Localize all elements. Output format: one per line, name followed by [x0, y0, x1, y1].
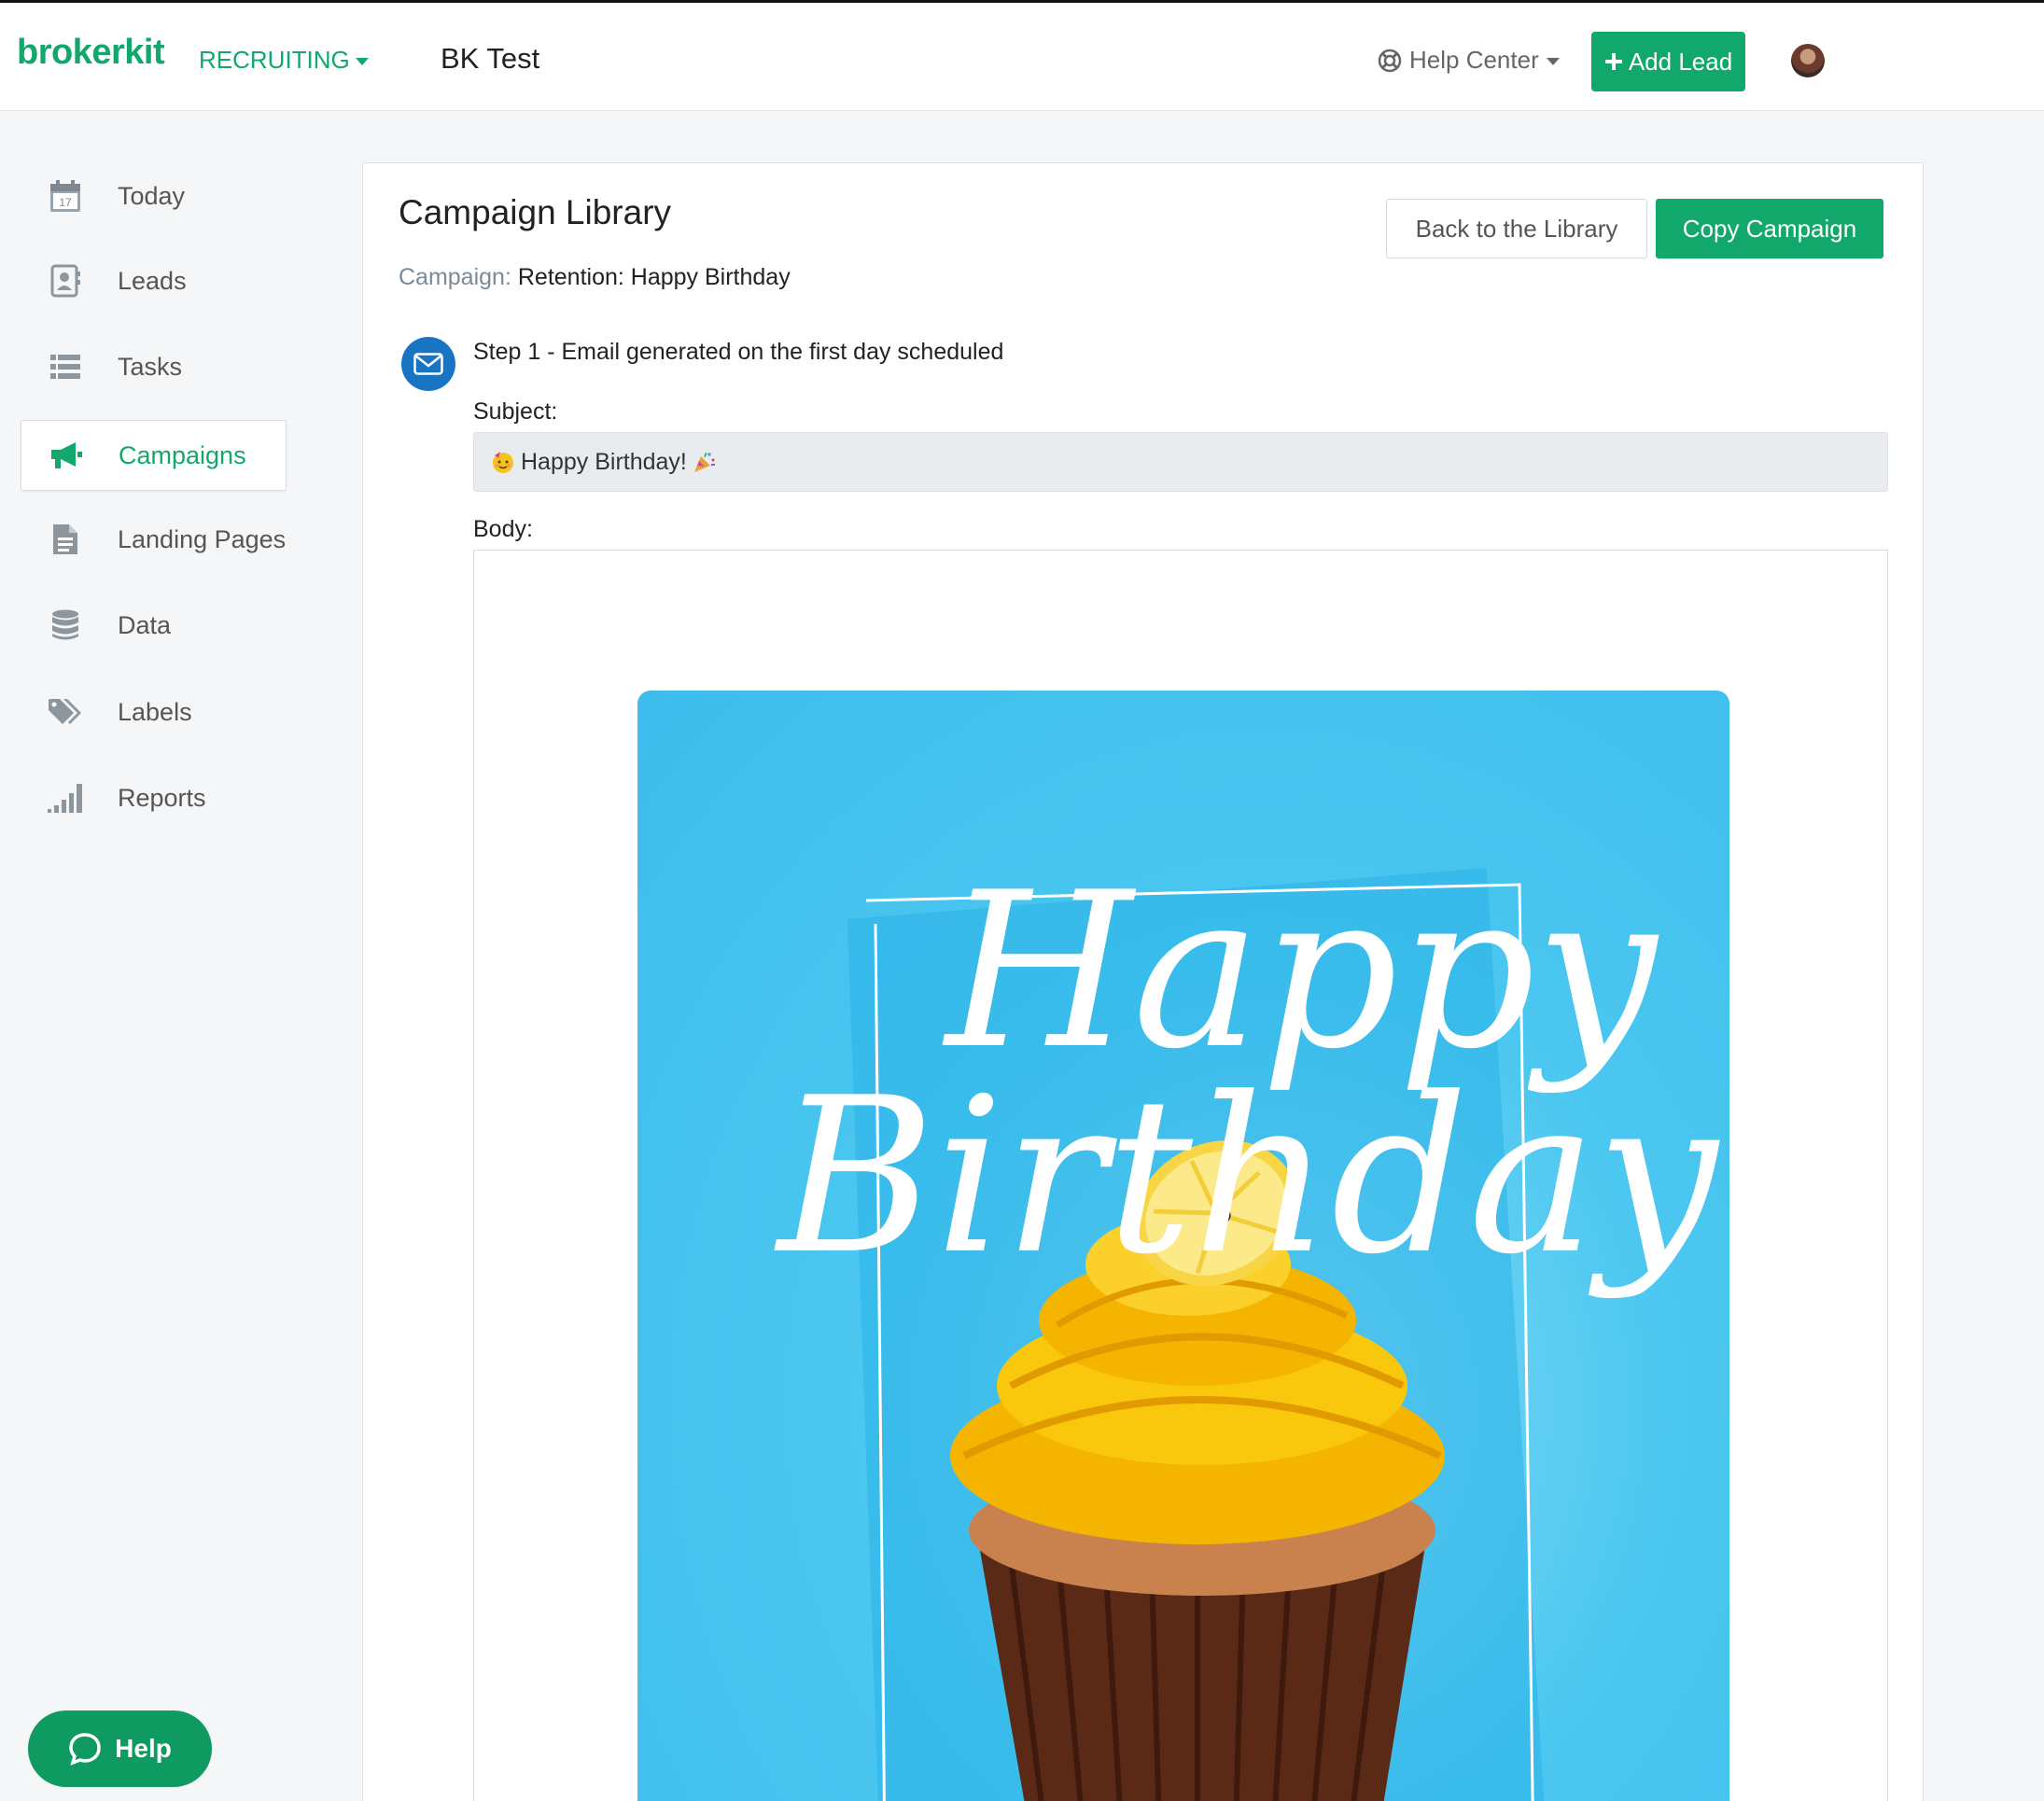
- sidebar-item-today[interactable]: 17 Today: [21, 161, 287, 231]
- plus-icon: [1604, 53, 1622, 70]
- subject-label: Subject:: [473, 398, 558, 425]
- campaign-key: Campaign:: [399, 264, 511, 290]
- party-popper-emoji-icon: [693, 452, 715, 472]
- svg-text:17: 17: [59, 196, 72, 209]
- birthday-card-image: Happy Birthday: [637, 691, 1729, 1801]
- user-avatar[interactable]: [1791, 44, 1825, 77]
- contact-card-icon: [47, 262, 84, 300]
- chevron-down-icon: [1546, 58, 1560, 65]
- sidebar: 17 Today Leads Tasks Campaigns Landing P…: [0, 112, 317, 1801]
- sidebar-item-label: Landing Pages: [118, 524, 287, 553]
- step-label: Step 1 - Email generated on the first da…: [473, 339, 1004, 365]
- sidebar-item-label: Today: [118, 181, 186, 210]
- lifebuoy-icon: [1378, 49, 1402, 72]
- email-step-icon: [401, 337, 455, 391]
- sidebar-item-data[interactable]: Data: [21, 590, 287, 661]
- product-switcher-label: RECRUITING: [199, 46, 350, 74]
- account-name: BK Test: [441, 42, 540, 75]
- help-chat-label: Help: [115, 1734, 172, 1763]
- sidebar-item-reports[interactable]: Reports: [21, 762, 287, 833]
- document-icon: [47, 521, 84, 558]
- sidebar-item-leads[interactable]: Leads: [21, 245, 287, 316]
- product-switcher[interactable]: RECRUITING: [199, 46, 369, 75]
- chat-bubble-icon: [69, 1733, 101, 1766]
- help-center-menu[interactable]: Help Center: [1378, 46, 1560, 75]
- help-center-label: Help Center: [1409, 46, 1539, 74]
- list-icon: [47, 348, 84, 385]
- email-body-preview: Happy Birthday: [473, 550, 1888, 1801]
- image-text-birthday: Birthday: [774, 1053, 1720, 1302]
- help-chat-button[interactable]: Help: [28, 1710, 212, 1787]
- sidebar-item-tasks[interactable]: Tasks: [21, 331, 287, 402]
- sidebar-item-label: Data: [118, 610, 172, 639]
- sidebar-item-campaigns[interactable]: Campaigns: [21, 420, 287, 491]
- sidebar-item-label: Leads: [118, 266, 187, 295]
- brokerkit-logo[interactable]: brokerkit: [17, 33, 165, 73]
- sidebar-item-labels[interactable]: Labels: [21, 677, 287, 747]
- megaphone-icon: [48, 437, 85, 474]
- chevron-down-icon: [355, 58, 369, 65]
- subject-field: Happy Birthday!: [473, 432, 1888, 492]
- add-lead-button[interactable]: Add Lead: [1591, 32, 1745, 91]
- tags-icon: [47, 693, 84, 731]
- calendar-icon: 17: [47, 177, 84, 215]
- sidebar-item-label: Labels: [118, 697, 192, 726]
- body-label: Body:: [473, 516, 533, 542]
- sidebar-item-landing-pages[interactable]: Landing Pages: [21, 504, 287, 575]
- top-bar: brokerkit RECRUITING BK Test Help Center…: [0, 0, 2044, 111]
- sidebar-item-label: Campaigns: [119, 440, 246, 469]
- campaign-card: Campaign Library Campaign: Retention: Ha…: [362, 162, 1924, 1801]
- subject-value: Happy Birthday!: [521, 448, 687, 475]
- sidebar-item-label: Tasks: [118, 352, 183, 381]
- campaign-name: Retention: Happy Birthday: [517, 264, 791, 290]
- back-to-library-button[interactable]: Back to the Library: [1386, 199, 1647, 258]
- add-lead-label: Add Lead: [1628, 47, 1733, 76]
- campaign-breadcrumb: Campaign: Retention: Happy Birthday: [399, 264, 791, 291]
- envelope-icon: [413, 353, 443, 375]
- bar-signal-icon: [47, 779, 84, 817]
- database-icon: [47, 607, 84, 644]
- party-face-emoji-icon: [493, 452, 513, 473]
- birthday-card-illustration: Happy Birthday: [774, 847, 1720, 1801]
- page-title: Campaign Library: [399, 193, 672, 231]
- copy-campaign-button[interactable]: Copy Campaign: [1656, 199, 1883, 258]
- sidebar-item-label: Reports: [118, 783, 206, 812]
